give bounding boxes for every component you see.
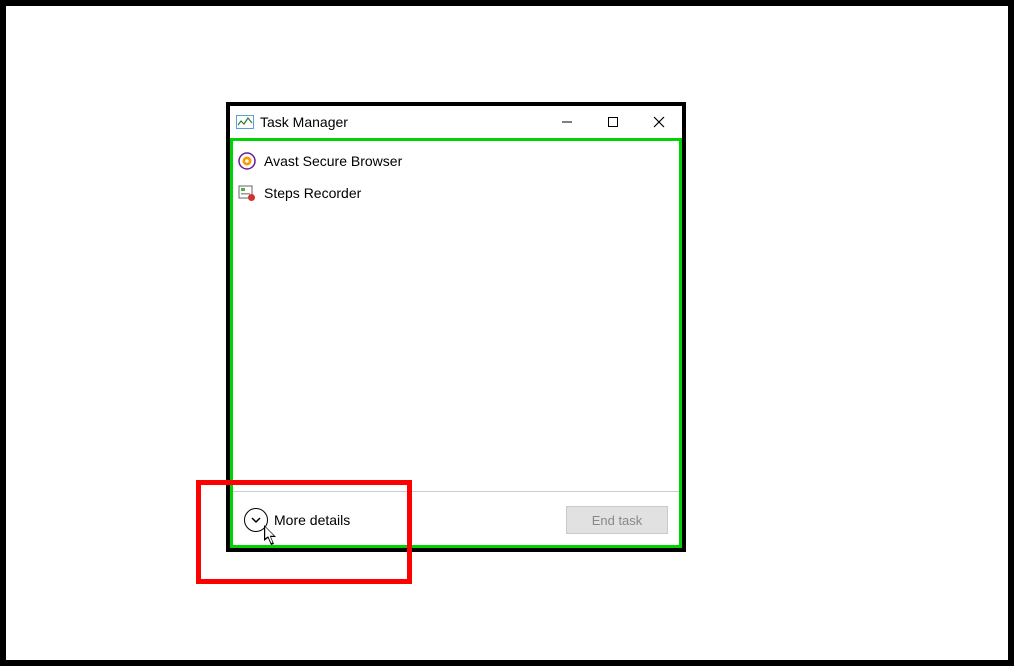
end-task-button[interactable]: End task	[566, 506, 668, 534]
screenshot-canvas: Task Manager	[0, 0, 1014, 666]
process-row-avast[interactable]: Avast Secure Browser	[230, 145, 682, 177]
footer: More details End task	[230, 492, 682, 548]
process-row-steps-recorder[interactable]: Steps Recorder	[230, 177, 682, 209]
task-manager-icon	[236, 115, 254, 129]
window-title: Task Manager	[260, 114, 348, 130]
avast-browser-icon	[238, 152, 256, 170]
end-task-label: End task	[592, 513, 643, 528]
process-list[interactable]: Avast Secure Browser Steps Recorder	[230, 139, 682, 491]
chevron-down-icon	[244, 508, 268, 532]
steps-recorder-icon	[238, 184, 256, 202]
maximize-button[interactable]	[590, 106, 636, 138]
task-manager-window: Task Manager	[226, 102, 686, 552]
more-details-button[interactable]: More details	[244, 508, 350, 532]
more-details-label: More details	[274, 512, 350, 528]
titlebar[interactable]: Task Manager	[230, 106, 682, 139]
close-button[interactable]	[636, 106, 682, 138]
process-name: Steps Recorder	[264, 185, 361, 201]
minimize-button[interactable]	[544, 106, 590, 138]
process-name: Avast Secure Browser	[264, 153, 402, 169]
